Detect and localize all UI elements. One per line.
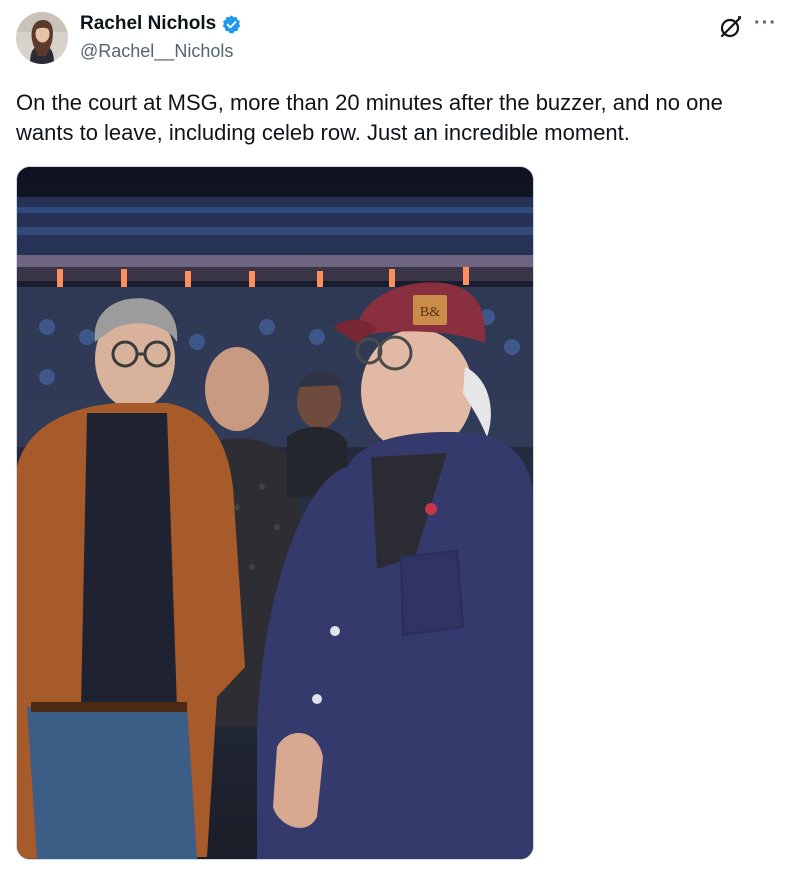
grok-icon[interactable]	[718, 14, 744, 40]
tweet-photo[interactable]: B&	[16, 166, 534, 860]
author-name-row: Rachel Nichols	[80, 12, 242, 36]
verified-badge-icon	[221, 14, 242, 35]
author-handle[interactable]: @Rachel__Nichols	[80, 40, 233, 62]
tweet: Rachel Nichols @Rachel__Nichols ··· On t…	[0, 0, 800, 880]
tweet-text: On the court at MSG, more than 20 minute…	[16, 90, 723, 145]
author-display-name[interactable]: Rachel Nichols	[80, 12, 216, 36]
avatar[interactable]	[16, 12, 68, 64]
cap-logo-text: B&	[420, 305, 440, 320]
more-icon[interactable]: ···	[754, 12, 777, 35]
